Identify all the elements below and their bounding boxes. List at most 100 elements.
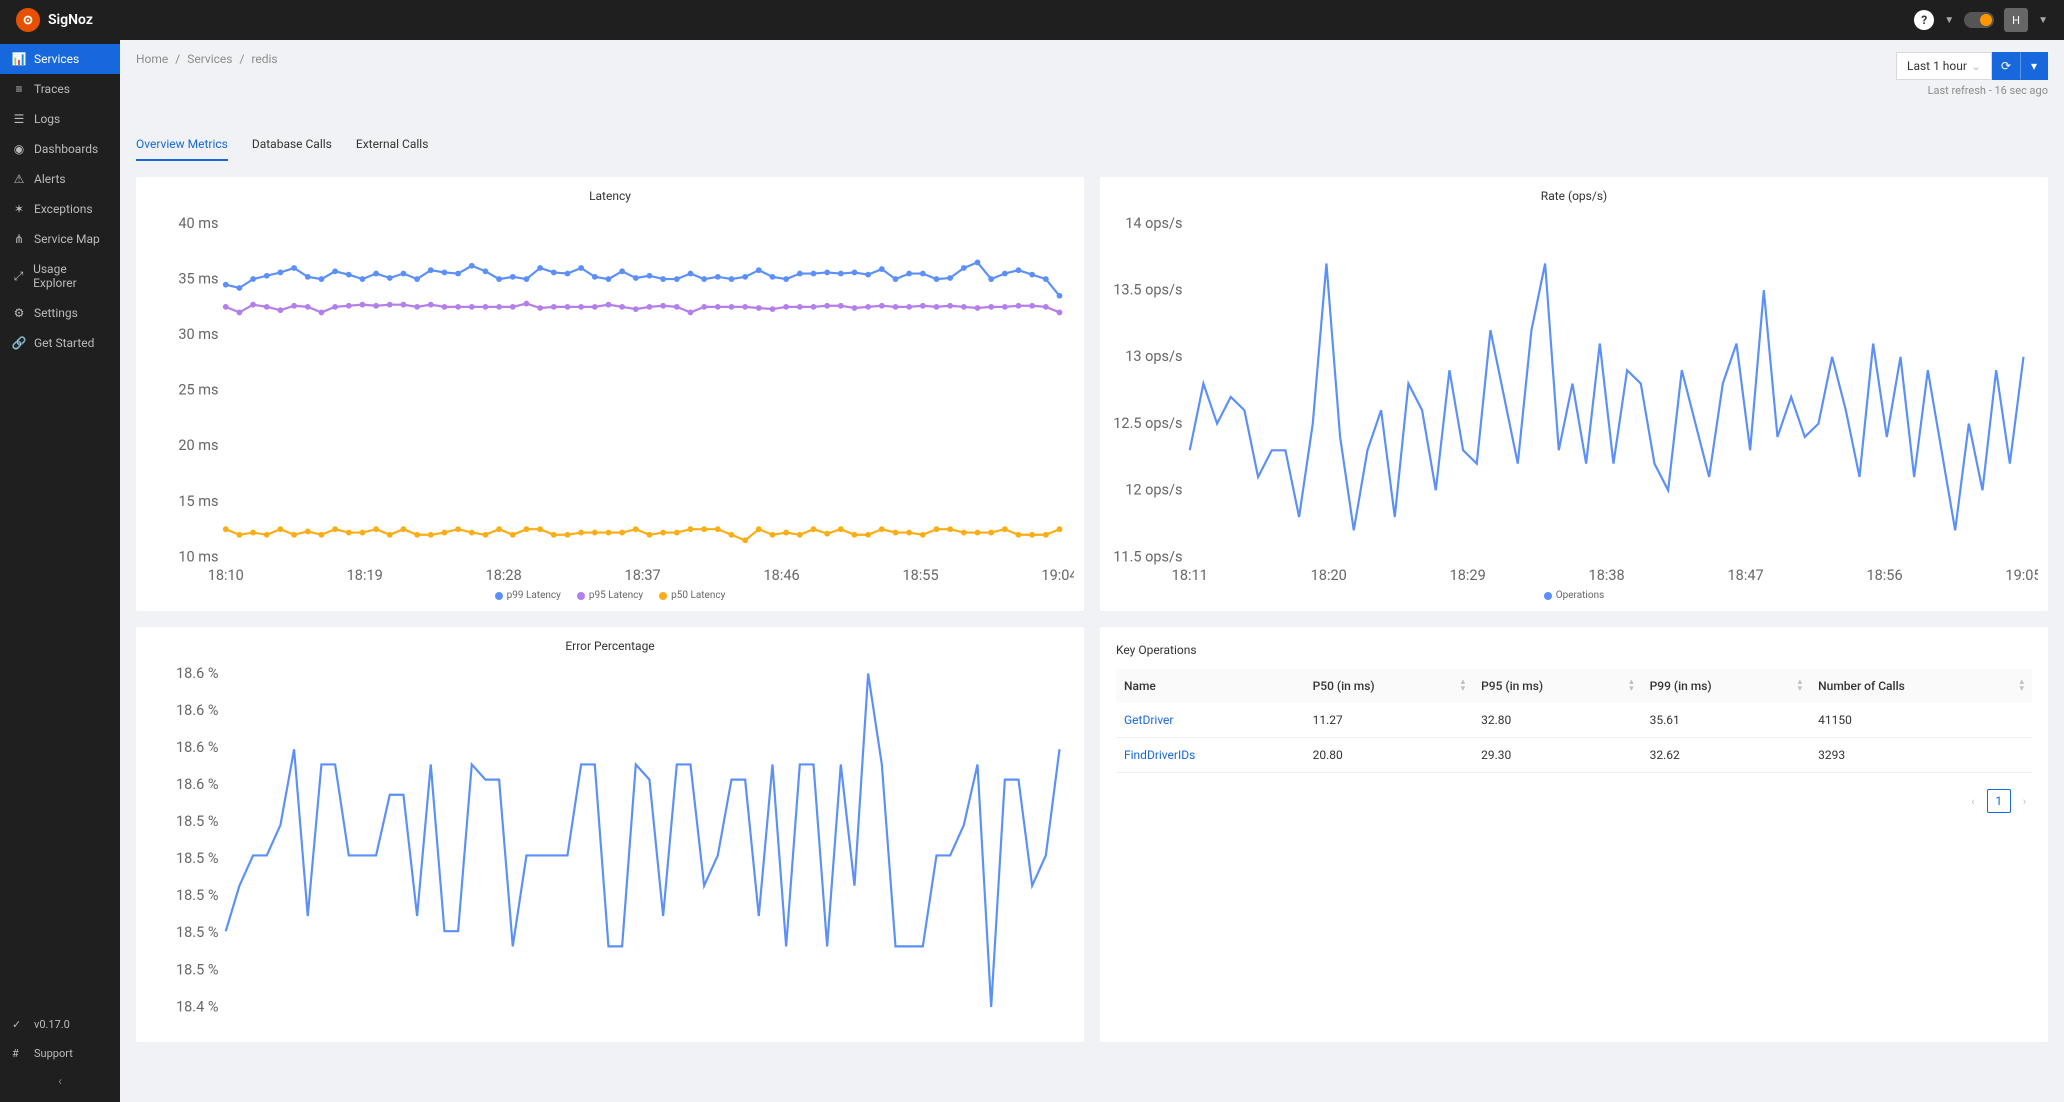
svg-text:18.6 %: 18.6 % xyxy=(176,739,219,756)
support-link[interactable]: # Support xyxy=(0,1039,120,1068)
sidebar-item-logs[interactable]: ☰ Logs xyxy=(0,104,120,134)
tab-database-calls[interactable]: Database Calls xyxy=(252,137,332,161)
svg-text:40 ms: 40 ms xyxy=(178,215,218,232)
nav-label: Alerts xyxy=(34,172,66,186)
svg-text:18.5 %: 18.5 % xyxy=(176,961,219,978)
tab-external-calls[interactable]: External Calls xyxy=(356,137,429,161)
nav-icon: ⚙ xyxy=(12,306,26,320)
error-title: Error Percentage xyxy=(146,639,1074,653)
key-operations-panel: Key Operations NameP50 (in ms)▴▾P95 (in … xyxy=(1100,627,2048,1042)
svg-text:18.5 %: 18.5 % xyxy=(176,924,219,941)
operation-name[interactable]: GetDriver xyxy=(1116,703,1305,738)
cell-p99: 35.61 xyxy=(1642,703,1811,738)
legend-item[interactable]: p99 Latency xyxy=(495,590,561,601)
column-header[interactable]: P50 (in ms)▴▾ xyxy=(1305,669,1474,703)
sidebar-collapse[interactable]: ‹ xyxy=(0,1068,120,1094)
svg-text:18:19: 18:19 xyxy=(347,567,383,584)
tabs: Overview Metrics Database Calls External C… xyxy=(136,137,2048,161)
breadcrumb-current: redis xyxy=(251,52,277,66)
check-icon: ✓ xyxy=(12,1018,26,1031)
help-caret-icon[interactable]: ▼ xyxy=(1944,15,1954,26)
latency-chart[interactable]: 40 ms35 ms30 ms25 ms20 ms15 ms10 ms18:10… xyxy=(146,209,1074,586)
breadcrumb-home[interactable]: Home xyxy=(136,52,168,66)
nav-icon: ☰ xyxy=(12,112,26,126)
cell-p95: 32.80 xyxy=(1473,703,1642,738)
operation-name[interactable]: FindDriverIDs xyxy=(1116,738,1305,773)
time-range-label: Last 1 hour xyxy=(1907,59,1967,73)
sort-icon: ▴▾ xyxy=(1461,679,1466,693)
column-header[interactable]: P99 (in ms)▴▾ xyxy=(1642,669,1811,703)
topbar: SigNoz ? ▼ H ▼ xyxy=(0,0,2064,40)
svg-text:25 ms: 25 ms xyxy=(178,382,218,399)
sidebar-item-traces[interactable]: ≡Traces xyxy=(0,74,120,104)
error-chart[interactable]: 18.6 %18.6 %18.6 %18.6 %18.5 %18.5 %18.5… xyxy=(146,659,1074,1036)
svg-text:18:20: 18:20 xyxy=(1311,567,1347,584)
theme-toggle[interactable] xyxy=(1964,12,1994,28)
svg-text:18.5 %: 18.5 % xyxy=(176,887,219,904)
svg-text:18.6 %: 18.6 % xyxy=(176,776,219,793)
legend-item[interactable]: Operations xyxy=(1544,590,1605,601)
cell-calls: 3293 xyxy=(1810,738,2032,773)
column-header[interactable]: Name xyxy=(1116,669,1305,703)
nav-label: Usage Explorer xyxy=(33,262,108,290)
cell-p95: 29.30 xyxy=(1473,738,1642,773)
svg-text:18:11: 18:11 xyxy=(1172,567,1208,584)
sidebar-item-service-map[interactable]: ⋔Service Map xyxy=(0,224,120,254)
svg-text:18:47: 18:47 xyxy=(1728,567,1764,584)
version-row[interactable]: ✓ v0.17.0 xyxy=(0,1010,120,1039)
breadcrumb-services[interactable]: Services xyxy=(187,52,232,66)
error-panel: Error Percentage 18.6 %18.6 %18.6 %18.6 … xyxy=(136,627,1084,1042)
cell-calls: 41150 xyxy=(1810,703,2032,738)
nav-icon: 🔗 xyxy=(12,336,26,350)
sidebar-item-alerts[interactable]: ⚠Alerts xyxy=(0,164,120,194)
nav-icon: ⋔ xyxy=(12,232,26,246)
sidebar-item-exceptions[interactable]: ✶Exceptions xyxy=(0,194,120,224)
svg-text:18.4 %: 18.4 % xyxy=(176,998,219,1015)
refresh-dropdown[interactable]: ▾ xyxy=(2020,52,2048,80)
legend-item[interactable]: p95 Latency xyxy=(577,590,643,601)
tab-overview-metrics[interactable]: Overview Metrics xyxy=(136,137,228,161)
table-title: Key Operations xyxy=(1116,643,2032,657)
sidebar-item-usage-explorer[interactable]: ⤢Usage Explorer xyxy=(0,254,120,298)
logo-icon xyxy=(16,8,40,32)
svg-text:12 ops/s: 12 ops/s xyxy=(1125,482,1182,499)
brand[interactable]: SigNoz xyxy=(16,8,93,32)
user-menu-caret-icon[interactable]: ▼ xyxy=(2038,15,2048,26)
svg-text:18:37: 18:37 xyxy=(625,567,661,584)
pagination: ‹ 1 › xyxy=(1116,789,2032,813)
support-text: Support xyxy=(34,1047,73,1060)
refresh-button[interactable]: ⟳ xyxy=(1992,52,2020,80)
sort-icon: ▴▾ xyxy=(1629,679,1634,693)
nav-label: Logs xyxy=(34,112,60,126)
sidebar-item-settings[interactable]: ⚙Settings xyxy=(0,298,120,328)
last-refresh-text: Last refresh - 16 sec ago xyxy=(1896,84,2048,97)
sidebar-item-get-started[interactable]: 🔗Get Started xyxy=(0,328,120,358)
legend-item[interactable]: p50 Latency xyxy=(659,590,725,601)
column-header[interactable]: P95 (in ms)▴▾ xyxy=(1473,669,1642,703)
version-text: v0.17.0 xyxy=(34,1018,70,1031)
page-next[interactable]: › xyxy=(2017,791,2032,812)
sort-icon: ▴▾ xyxy=(2019,679,2024,693)
svg-text:18:46: 18:46 xyxy=(764,567,800,584)
rate-legend: Operations xyxy=(1110,586,2038,605)
rate-chart[interactable]: 14 ops/s13.5 ops/s13 ops/s12.5 ops/s12 o… xyxy=(1110,209,2038,586)
cell-p99: 32.62 xyxy=(1642,738,1811,773)
column-header[interactable]: Number of Calls▴▾ xyxy=(1810,669,2032,703)
chevron-down-icon: ⌄ xyxy=(1971,59,1981,73)
main: Home / Services / redis Last 1 hour ⌄ ⟳ … xyxy=(120,40,2064,1102)
sidebar-item-dashboards[interactable]: ◉Dashboards xyxy=(0,134,120,164)
page-prev[interactable]: ‹ xyxy=(1965,791,1980,812)
page-current[interactable]: 1 xyxy=(1987,789,2011,813)
svg-text:15 ms: 15 ms xyxy=(178,493,218,510)
help-icon[interactable]: ? xyxy=(1914,10,1934,30)
avatar[interactable]: H xyxy=(2004,8,2028,32)
sidebar-item-services[interactable]: 📊Services xyxy=(0,44,120,74)
svg-text:18:10: 18:10 xyxy=(208,567,244,584)
svg-text:10 ms: 10 ms xyxy=(178,548,218,565)
time-range-select[interactable]: Last 1 hour ⌄ xyxy=(1896,52,1992,80)
table-row: FindDriverIDs 20.80 29.30 32.62 3293 xyxy=(1116,738,2032,773)
key-operations-table: NameP50 (in ms)▴▾P95 (in ms)▴▾P99 (in ms… xyxy=(1116,669,2032,773)
refresh-icon: ⟳ xyxy=(2001,59,2011,73)
svg-text:18.5 %: 18.5 % xyxy=(176,850,219,867)
nav-list: 📊Services≡Traces ☰ Logs ◉Dashboards⚠Alerts✶… xyxy=(0,40,120,1002)
